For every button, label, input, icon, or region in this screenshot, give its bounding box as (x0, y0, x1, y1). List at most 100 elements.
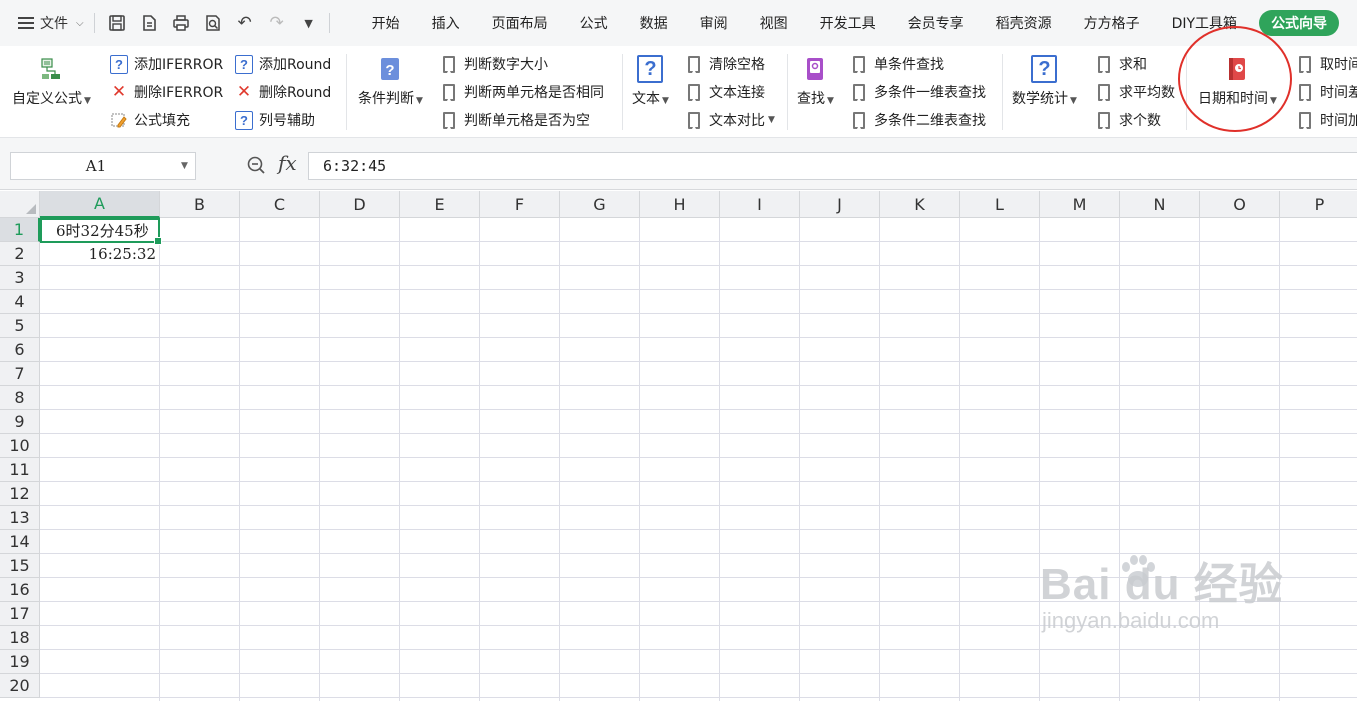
customize-toolbar-icon[interactable]: ▼ (299, 13, 319, 33)
export-pdf-icon[interactable] (139, 13, 159, 33)
time-add-button[interactable]: 时间加 (1296, 108, 1357, 132)
row-header-19[interactable]: 19 (0, 650, 40, 674)
math-stats-label: 数学统计 (1012, 91, 1068, 107)
tab-0[interactable]: 开始 (356, 0, 416, 46)
tab-5[interactable]: 审阅 (684, 0, 744, 46)
tab-formula-wizard[interactable]: 公式向导 (1259, 10, 1340, 36)
column-header-b[interactable]: B (160, 191, 240, 218)
row-header-2[interactable]: 2 (0, 242, 40, 266)
delete-round-button[interactable]: ✕ 删除Round (235, 80, 331, 104)
row-header-8[interactable]: 8 (0, 386, 40, 410)
delete-iferror-button[interactable]: ✕ 删除IFERROR (110, 80, 223, 104)
column-header-e[interactable]: E (400, 191, 480, 218)
tab-7[interactable]: 开发工具 (804, 0, 892, 46)
lookup-button[interactable]: 查找 ▼ (797, 54, 834, 108)
formula-input[interactable]: 6:32:45 (308, 152, 1357, 180)
spreadsheet-grid: A B C D E F G H I J K L M N O P 1 2 3 4 5 6 7 8 9 10 11 12 13 14 15 16 1… (0, 191, 1357, 701)
row-header-7[interactable]: 7 (0, 362, 40, 386)
row-header-3[interactable]: 3 (0, 266, 40, 290)
text-concat-button[interactable]: 文本连接 (685, 80, 765, 104)
column-header-n[interactable]: N (1120, 191, 1200, 218)
chevron-down-icon[interactable]: ▼ (181, 161, 195, 171)
tab-8[interactable]: 会员专享 (892, 0, 980, 46)
tab-2[interactable]: 页面布局 (476, 0, 564, 46)
name-box[interactable]: A1 ▼ (10, 152, 196, 180)
redo-icon[interactable]: ↷ (267, 13, 287, 33)
cell-a1[interactable]: 6时32分45秒 (56, 218, 149, 242)
column-header-h[interactable]: H (640, 191, 720, 218)
cell-a2[interactable]: 16:25:32 (40, 242, 160, 266)
undo-icon[interactable]: ↶ (235, 13, 255, 33)
column-header-c[interactable]: C (240, 191, 320, 218)
date-time-button[interactable]: 日期和时间 ▼ (1198, 54, 1277, 108)
print-icon[interactable] (171, 13, 191, 33)
row-header-13[interactable]: 13 (0, 506, 40, 530)
row-header-14[interactable]: 14 (0, 530, 40, 554)
sum-button[interactable]: 求和 (1095, 52, 1147, 76)
column-header-k[interactable]: K (880, 191, 960, 218)
row-header-20[interactable]: 20 (0, 674, 40, 698)
tab-10[interactable]: 方方格子 (1068, 0, 1156, 46)
row-header-10[interactable]: 10 (0, 434, 40, 458)
column-header-m[interactable]: M (1040, 191, 1120, 218)
column-header-f[interactable]: F (480, 191, 560, 218)
column-helper-button[interactable]: ? 列号辅助 (235, 108, 315, 132)
column-header-l[interactable]: L (960, 191, 1040, 218)
save-icon[interactable] (107, 13, 127, 33)
add-iferror-button[interactable]: ? 添加IFERROR (110, 52, 223, 76)
judge-number-size-button[interactable]: 判断数字大小 (440, 52, 548, 76)
delete-round-label: 删除Round (259, 85, 332, 101)
custom-formula-button[interactable]: 自定义公式 ▼ (12, 54, 91, 108)
tab-4[interactable]: 数据 (624, 0, 684, 46)
single-lookup-button[interactable]: 单条件查找 (850, 52, 944, 76)
row-header-12[interactable]: 12 (0, 482, 40, 506)
dropdown-arrow-icon: ▼ (84, 96, 91, 106)
clear-spaces-button[interactable]: 清除空格 (685, 52, 765, 76)
judge-cell-empty-button[interactable]: 判断单元格是否为空 (440, 108, 590, 132)
row-header-18[interactable]: 18 (0, 626, 40, 650)
judge-two-cells-same-button[interactable]: 判断两单元格是否相同 (440, 80, 604, 104)
row-header-17[interactable]: 17 (0, 602, 40, 626)
row-header-5[interactable]: 5 (0, 314, 40, 338)
text-button[interactable]: ? 文本 ▼ (632, 54, 669, 108)
svg-text:?: ? (386, 62, 395, 79)
column-header-a[interactable]: A (40, 191, 160, 218)
column-header-o[interactable]: O (1200, 191, 1280, 218)
multi-1d-lookup-button[interactable]: 多条件一维表查找 (850, 80, 986, 104)
column-header-g[interactable]: G (560, 191, 640, 218)
row-header-15[interactable]: 15 (0, 554, 40, 578)
text-compare-button[interactable]: 文本对比 ▼ (685, 108, 775, 132)
add-round-button[interactable]: ? 添加Round (235, 52, 331, 76)
count-button[interactable]: 求个数 (1095, 108, 1161, 132)
zoom-icon[interactable] (246, 155, 266, 175)
average-button[interactable]: 求平均数 (1095, 80, 1175, 104)
tab-6[interactable]: 视图 (744, 0, 804, 46)
row-header-6[interactable]: 6 (0, 338, 40, 362)
time-diff-button[interactable]: 时间差 (1296, 80, 1357, 104)
row-header-9[interactable]: 9 (0, 410, 40, 434)
formula-fill-label: 公式填充 (134, 113, 190, 129)
row-header-16[interactable]: 16 (0, 578, 40, 602)
grid-line (40, 553, 1357, 554)
formula-fill-button[interactable]: 公式填充 (110, 108, 190, 132)
tab-3[interactable]: 公式 (564, 0, 624, 46)
row-header-1[interactable]: 1 (0, 218, 40, 242)
column-header-i[interactable]: I (720, 191, 800, 218)
tab-1[interactable]: 插入 (416, 0, 476, 46)
condition-judge-icon: ? (377, 54, 403, 84)
fx-icon[interactable]: fx (278, 151, 297, 175)
file-menu[interactable]: 文件 ⌵ (18, 13, 84, 33)
get-time-button[interactable]: 取时间 (1296, 52, 1357, 76)
multi-2d-lookup-button[interactable]: 多条件二维表查找 (850, 108, 986, 132)
column-header-j[interactable]: J (800, 191, 880, 218)
math-stats-button[interactable]: ? 数学统计 ▼ (1012, 54, 1077, 108)
condition-judge-button[interactable]: ? 条件判断 ▼ (358, 54, 423, 108)
print-preview-icon[interactable] (203, 13, 223, 33)
row-header-11[interactable]: 11 (0, 458, 40, 482)
tab-11[interactable]: DIY工具箱 (1156, 0, 1253, 46)
row-header-4[interactable]: 4 (0, 290, 40, 314)
select-all-corner[interactable] (0, 191, 40, 218)
column-header-p[interactable]: P (1280, 191, 1357, 218)
column-header-d[interactable]: D (320, 191, 400, 218)
tab-9[interactable]: 稻壳资源 (980, 0, 1068, 46)
